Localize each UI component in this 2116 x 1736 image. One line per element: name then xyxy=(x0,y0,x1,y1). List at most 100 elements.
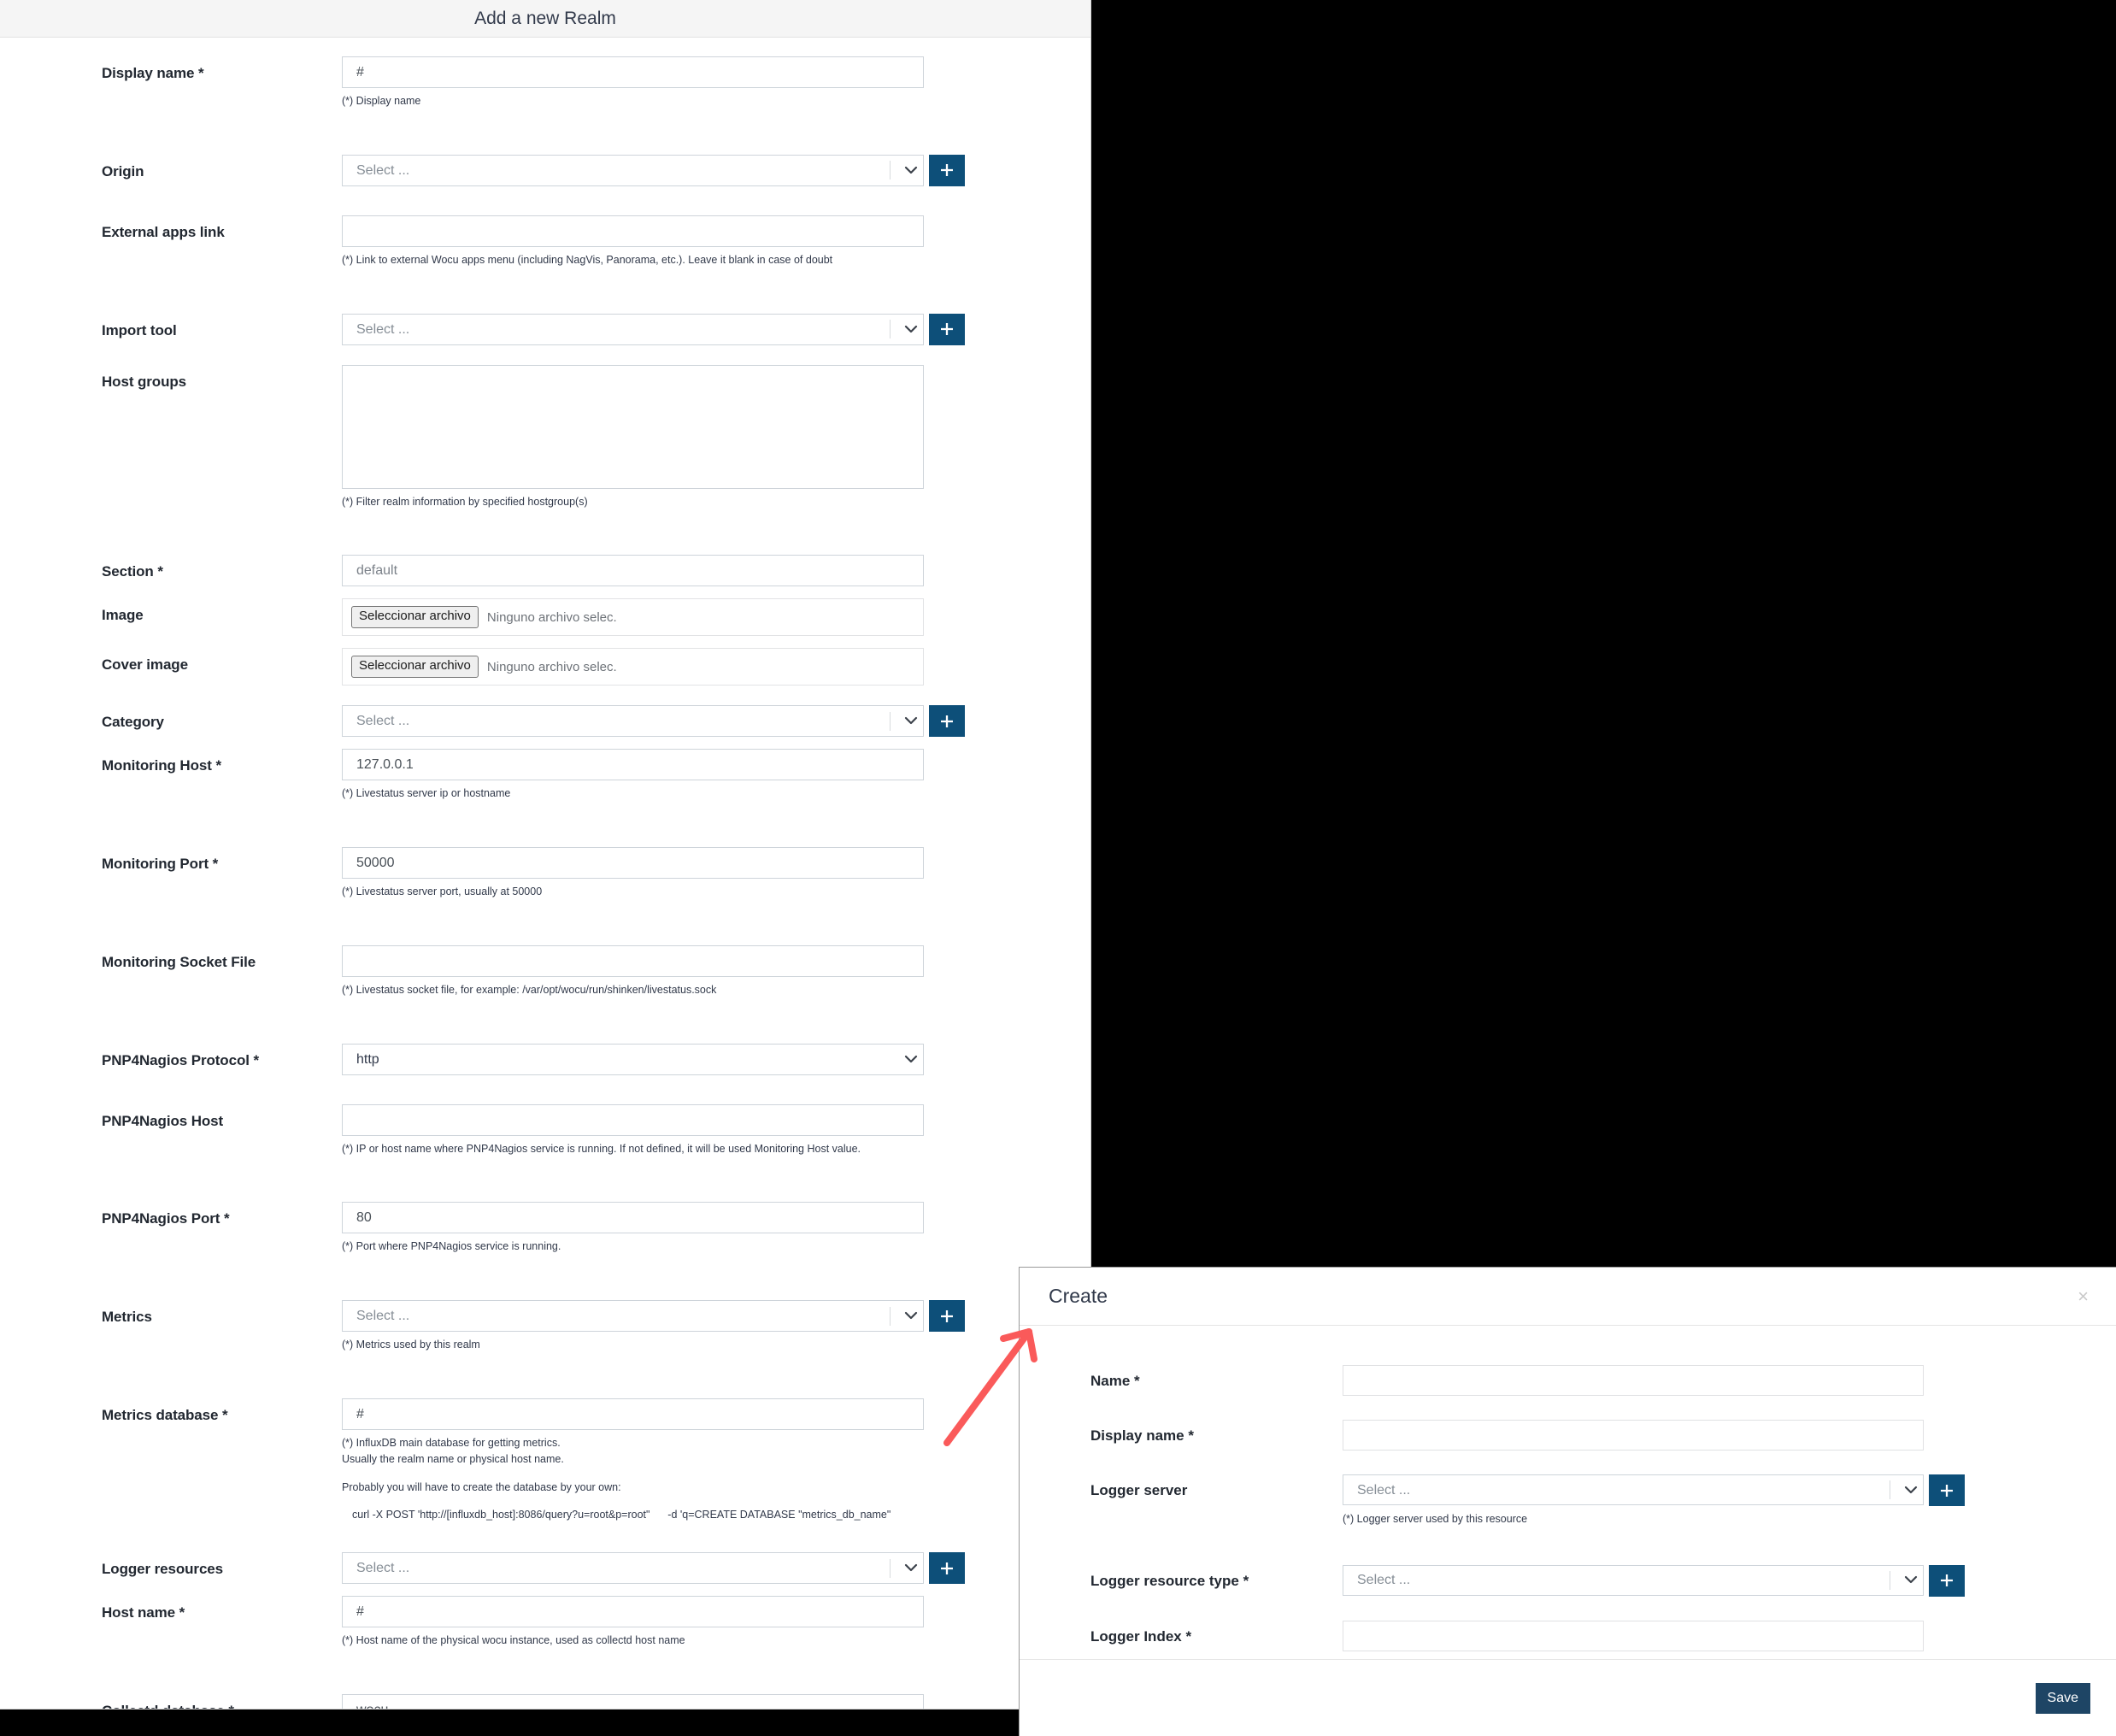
hint-host-groups: (*) Filter realm information by specifie… xyxy=(342,495,588,508)
label-pnp4nagios-host: PNP4Nagios Host xyxy=(102,1112,224,1129)
label-external-apps-link: External apps link xyxy=(102,223,225,240)
logger-resources-select[interactable]: Select ... xyxy=(342,1552,924,1585)
category-select-value: Select ... xyxy=(356,714,410,729)
panel-body: Display name * # (*) Display name Origin… xyxy=(0,38,1090,1709)
modal-logger-resource-type-select[interactable]: Select ... xyxy=(1343,1564,1924,1596)
chevron-down-icon xyxy=(899,1311,923,1321)
save-button[interactable]: Save xyxy=(2035,1682,2090,1714)
add-logger-server-button[interactable] xyxy=(1929,1474,1965,1506)
add-logger-resource-type-button[interactable] xyxy=(1929,1564,1965,1597)
logger-resources-select-value: Select ... xyxy=(356,1561,410,1576)
field-origin: Origin Select ... xyxy=(0,154,1090,186)
label-monitoring-socket-file: Monitoring Socket File xyxy=(102,953,256,970)
chevron-down-icon xyxy=(899,325,923,334)
label-display-name: Display name * xyxy=(102,65,204,81)
label-modal-name: Name * xyxy=(1090,1373,1140,1389)
field-host-groups: Host groups (*) Filter realm information… xyxy=(0,364,1090,510)
hint-display-name: (*) Display name xyxy=(342,95,421,107)
image-browse-button[interactable]: Seleccionar archivo xyxy=(351,606,479,629)
import-tool-select-value: Select ... xyxy=(356,321,410,337)
metrics-select-value: Select ... xyxy=(356,1309,410,1323)
modal-name-input[interactable] xyxy=(1343,1365,1924,1396)
metrics-database-input[interactable]: # xyxy=(342,1398,924,1430)
modal-logger-server-select[interactable]: Select ... xyxy=(1343,1474,1924,1505)
close-icon[interactable]: × xyxy=(2078,1286,2092,1306)
field-display-name: Display name * # (*) Display name xyxy=(0,56,1090,109)
label-category: Category xyxy=(102,714,164,731)
field-monitoring-port: Monitoring Port * 50000 (*) Livestatus s… xyxy=(0,847,1090,900)
label-metrics: Metrics xyxy=(102,1309,152,1325)
monitoring-port-input[interactable]: 50000 xyxy=(342,847,924,879)
label-modal-logger-index: Logger Index * xyxy=(1090,1627,1192,1645)
chevron-down-icon xyxy=(899,166,923,175)
modal-field-name: Name * xyxy=(1020,1365,2116,1396)
monitoring-host-input[interactable]: 127.0.0.1 xyxy=(342,749,924,781)
pnp4nagios-port-input[interactable]: 80 xyxy=(342,1202,924,1234)
label-modal-logger-server: Logger server xyxy=(1090,1482,1188,1498)
hint-metrics: (*) Metrics used by this realm xyxy=(342,1339,480,1351)
create-modal: Create × Name * Display name * Logger se… xyxy=(1019,1267,2116,1736)
external-apps-link-input[interactable] xyxy=(342,215,924,247)
hint-line-1: (*) InfluxDB main database for getting m… xyxy=(342,1436,561,1449)
field-metrics: Metrics Select ... (*) Metrics used by t… xyxy=(0,1300,1090,1353)
import-tool-select[interactable]: Select ... xyxy=(342,313,924,345)
panel-header: Add a new Realm xyxy=(0,0,1090,38)
chevron-down-icon xyxy=(1899,1486,1923,1495)
add-logger-resource-button[interactable] xyxy=(929,1552,965,1585)
hint-host-name: (*) Host name of the physical wocu insta… xyxy=(342,1634,685,1647)
label-metrics-database: Metrics database * xyxy=(102,1406,228,1423)
field-cover-image: Cover image Seleccionar archivo Ninguno … xyxy=(0,648,1090,686)
pnp4nagios-host-input[interactable] xyxy=(342,1103,924,1136)
label-import-tool: Import tool xyxy=(102,321,177,338)
field-image: Image Seleccionar archivo Ninguno archiv… xyxy=(0,598,1090,637)
create-modal-body: Name * Display name * Logger server Sele… xyxy=(1020,1326,2116,1659)
chevron-down-icon xyxy=(1899,1575,1923,1585)
modal-display-name-input[interactable] xyxy=(1343,1420,1924,1451)
image-file-input[interactable]: Seleccionar archivo Ninguno archivo sele… xyxy=(342,598,924,637)
host-name-input[interactable]: # xyxy=(342,1596,924,1628)
field-section: Section * default xyxy=(0,555,1090,587)
collectd-database-input[interactable]: wocu xyxy=(342,1694,924,1709)
modal-field-logger-server: Logger server Select ... (*) Logger serv… xyxy=(1020,1474,2116,1527)
origin-select-value: Select ... xyxy=(356,162,410,178)
pnp4nagios-protocol-select[interactable]: http xyxy=(342,1043,924,1075)
label-collectd-database: Collectd database * xyxy=(0,1694,342,1709)
origin-select[interactable]: Select ... xyxy=(342,154,924,186)
create-modal-header: Create × xyxy=(1020,1268,2116,1326)
cover-image-browse-button[interactable]: Seleccionar archivo xyxy=(351,656,479,679)
display-name-input[interactable]: # xyxy=(342,56,924,88)
metrics-select[interactable]: Select ... xyxy=(342,1300,924,1332)
add-import-tool-button[interactable] xyxy=(929,313,965,345)
modal-logger-server-value: Select ... xyxy=(1357,1482,1411,1498)
add-metrics-button[interactable] xyxy=(929,1300,965,1332)
field-external-apps-link: External apps link (*) Link to external … xyxy=(0,215,1090,268)
hint-pnp4nagios-port: (*) Port where PNP4Nagios service is run… xyxy=(342,1240,561,1253)
hint-pnp4nagios-host: (*) IP or host name where PNP4Nagios ser… xyxy=(342,1142,861,1155)
category-select[interactable]: Select ... xyxy=(342,705,924,738)
label-modal-logger-resource-type: Logger resource type * xyxy=(1090,1572,1249,1589)
field-pnp4nagios-port: PNP4Nagios Port * 80 (*) Port where PNP4… xyxy=(0,1202,1090,1255)
host-groups-textarea[interactable] xyxy=(342,364,924,489)
cover-image-file-input[interactable]: Seleccionar archivo Ninguno archivo sele… xyxy=(342,648,924,686)
label-logger-resources: Logger resources xyxy=(102,1561,224,1578)
modal-field-logger-index: Logger Index * (*) ElasticSearch main in… xyxy=(1020,1620,2116,1659)
add-realm-panel: Add a new Realm Display name * # (*) Dis… xyxy=(0,0,1091,1710)
hint-line-3: Probably you will have to create the dat… xyxy=(342,1480,621,1493)
page-title: Add a new Realm xyxy=(474,8,616,28)
field-host-name: Host name * # (*) Host name of the physi… xyxy=(0,1596,1090,1649)
label-modal-display-name: Display name * xyxy=(1090,1427,1194,1444)
cover-image-file-status: Ninguno archivo selec. xyxy=(486,659,617,674)
field-pnp4nagios-protocol: PNP4Nagios Protocol * http xyxy=(0,1043,1090,1075)
field-import-tool: Import tool Select ... xyxy=(0,313,1090,345)
add-category-button[interactable] xyxy=(929,705,965,738)
hint-modal-logger-server: (*) Logger server used by this resource xyxy=(1343,1513,1528,1525)
modal-logger-index-input[interactable] xyxy=(1343,1620,1924,1651)
label-origin: Origin xyxy=(102,162,144,179)
add-origin-button[interactable] xyxy=(929,154,965,186)
create-modal-title: Create xyxy=(1049,1285,1108,1307)
label-host-name: Host name * xyxy=(102,1604,185,1621)
label-section: Section * xyxy=(102,563,163,580)
monitoring-socket-file-input[interactable] xyxy=(342,945,924,977)
label-image: Image xyxy=(102,607,144,624)
section-input[interactable]: default xyxy=(342,555,924,587)
